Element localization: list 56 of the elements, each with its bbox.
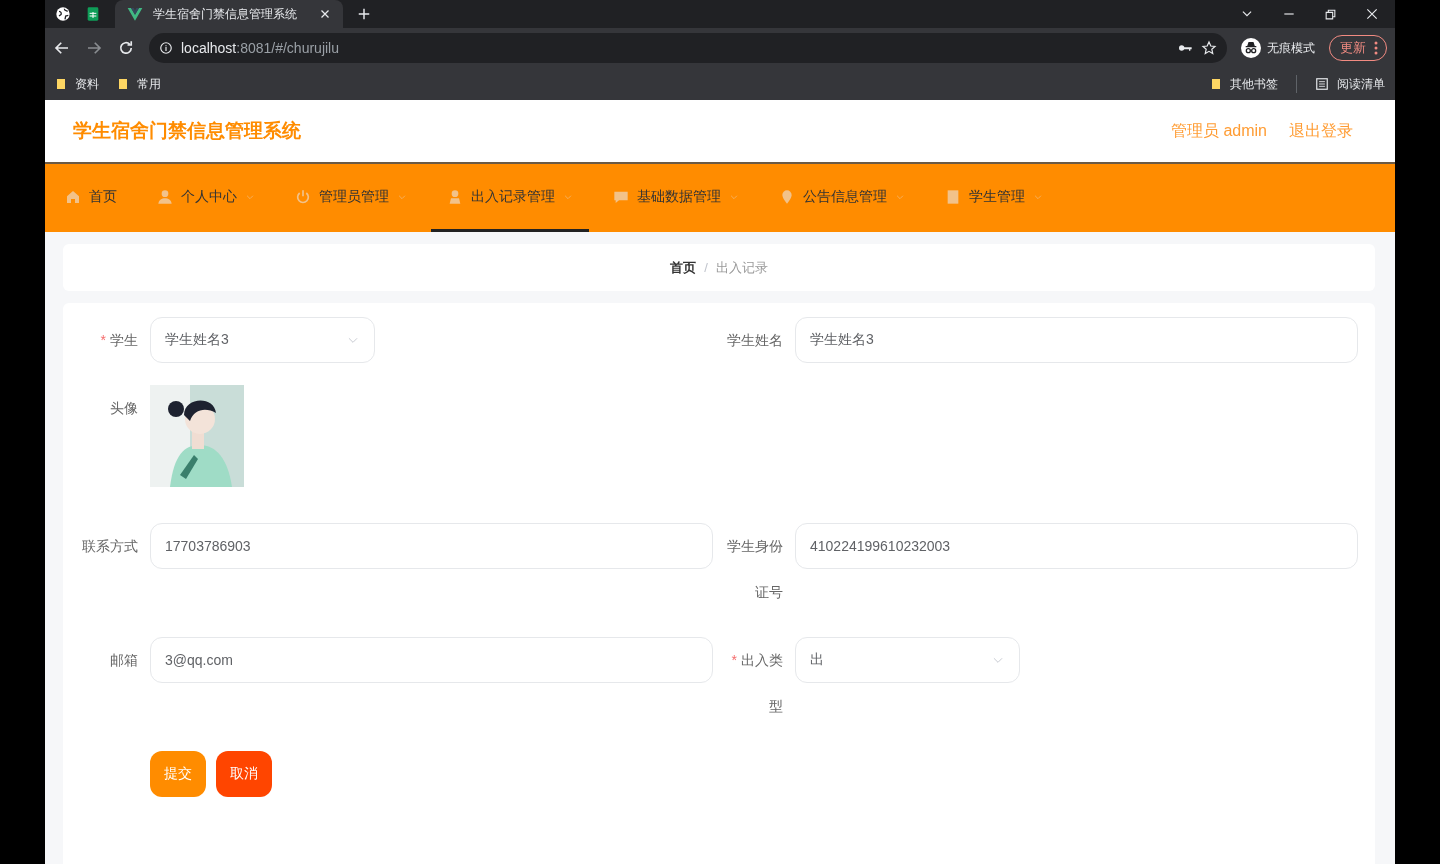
user-icon	[447, 188, 463, 205]
field-label: 头像	[109, 399, 138, 418]
close-icon[interactable]	[1365, 7, 1379, 21]
restore-icon[interactable]	[1324, 7, 1337, 21]
breadcrumb-item[interactable]: 首页	[670, 258, 697, 277]
app-title: 学生宿舍门禁信息管理系统	[73, 119, 302, 143]
bookmark[interactable]: 常用	[117, 75, 161, 93]
nav-menu-item[interactable]: 管理员管理	[279, 164, 423, 232]
field-label: 学生身份证号	[726, 537, 783, 602]
cancel-button[interactable]: 取消	[216, 751, 272, 797]
nav-menu-item[interactable]: 出入记录管理	[431, 164, 589, 232]
nav-menu-item[interactable]: 个人中心	[141, 164, 271, 232]
nav-menu-item[interactable]: 学生管理	[929, 164, 1059, 232]
field-label: 邮箱	[109, 651, 138, 670]
folder-icon	[55, 78, 67, 90]
breadcrumb-separator: /	[704, 260, 708, 275]
nav-menu-item[interactable]: 公告信息管理	[763, 164, 921, 232]
select-field[interactable]: 出	[795, 637, 1020, 683]
home-icon	[65, 188, 81, 205]
pin-icon	[779, 188, 795, 205]
nav-menu-item[interactable]: 基础数据管理	[597, 164, 755, 232]
nav-menu-item[interactable]: 首页	[49, 164, 133, 232]
forward-icon[interactable]	[85, 39, 103, 57]
text-field[interactable]: 410224199610232003	[795, 523, 1358, 569]
profile-label: 无痕模式	[1267, 39, 1315, 57]
user-icon	[157, 188, 173, 205]
select-field[interactable]: 学生姓名3	[150, 317, 375, 363]
document-icon	[945, 188, 961, 205]
more-icon[interactable]	[1374, 41, 1378, 55]
folder-icon	[1210, 78, 1222, 90]
reload-icon[interactable]	[117, 39, 135, 57]
address-bar[interactable]: localhost:8081/#/churujilu	[149, 33, 1227, 63]
field-label: 联系方式	[81, 537, 138, 556]
folder-icon	[117, 78, 129, 90]
vue-logo-icon	[127, 6, 143, 22]
field-label: * 出入类型	[730, 651, 783, 716]
spreadsheet-icon[interactable]	[85, 6, 101, 22]
bookmark[interactable]: 资料	[55, 75, 99, 93]
new-tab-icon[interactable]	[357, 7, 371, 21]
bookmark[interactable]: 其他书签	[1210, 75, 1278, 93]
field-label: 学生姓名	[726, 331, 783, 350]
breadcrumb-item: 出入记录	[715, 258, 768, 277]
back-icon[interactable]	[53, 39, 71, 57]
text-field[interactable]: 17703786903	[150, 523, 713, 569]
list-icon	[1315, 77, 1329, 91]
power-icon	[295, 188, 311, 205]
globe-icon[interactable]	[55, 6, 71, 22]
star-icon[interactable]	[1201, 40, 1217, 56]
close-icon[interactable]	[319, 8, 331, 20]
text-field[interactable]: 学生姓名3	[795, 317, 1358, 363]
bookmark[interactable]: 阅读清单	[1315, 75, 1385, 93]
browser-tab[interactable]: 学生宿舍门禁信息管理系统	[115, 0, 343, 28]
text-field[interactable]: 3@qq.com	[150, 637, 713, 683]
incognito-icon[interactable]	[1241, 38, 1261, 58]
info-icon	[159, 41, 173, 55]
field-label: * 学生	[99, 331, 138, 350]
